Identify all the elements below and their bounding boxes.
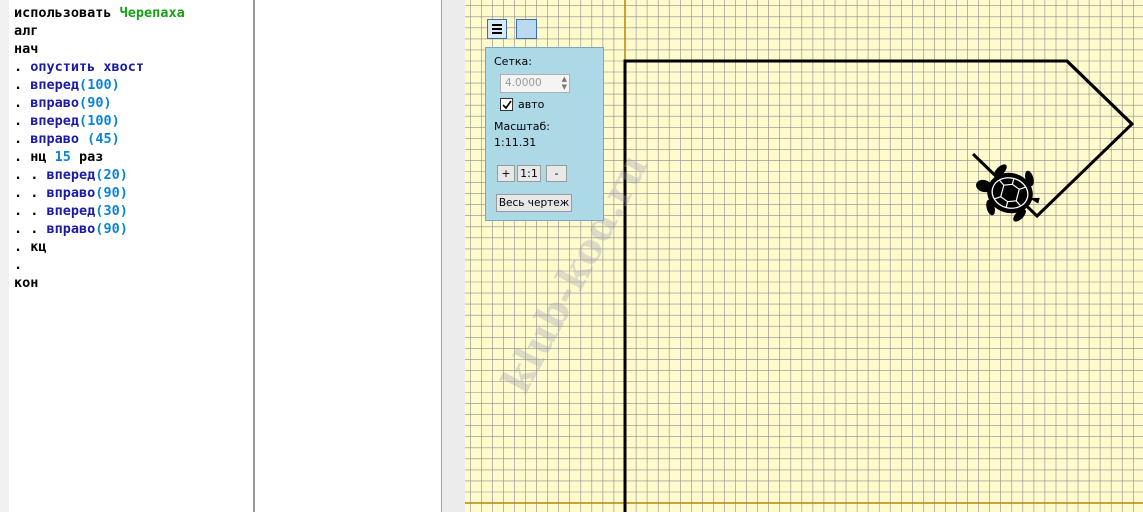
code-line[interactable]: . вправо (45) [14, 130, 185, 148]
menu-icon [492, 24, 502, 26]
code-token: ) [111, 131, 120, 147]
code-line[interactable]: . кц [14, 238, 185, 256]
grid-step-value: 4.0000 [505, 77, 542, 89]
grid-label: Сетка: [494, 55, 532, 68]
menu-button[interactable] [487, 19, 507, 39]
grid-settings-panel: Сетка: 4.0000 ▲ ▼ авто Масштаб: 1:11.31 … [485, 47, 604, 221]
menu-icon-bar [492, 28, 502, 30]
code-line[interactable]: нач [14, 40, 185, 58]
code-token: нач [14, 41, 39, 57]
code-line[interactable]: . . вперед(30) [14, 202, 185, 220]
grid-step-input[interactable]: 4.0000 ▲ ▼ [500, 74, 570, 93]
checkmark-icon [502, 100, 512, 110]
code-token: 90 [103, 221, 120, 237]
turtle-icon [976, 164, 1040, 222]
code-token: ) [119, 167, 128, 183]
code-token: 100 [87, 77, 112, 93]
code-token: вправо [46, 221, 96, 237]
auto-checkbox[interactable] [500, 98, 513, 111]
code-token: ( [79, 95, 88, 111]
code-editor[interactable]: использовать Черепаха алг нач. опустить хв… [0, 0, 442, 512]
code-token: . . [14, 185, 47, 201]
code-line[interactable]: . вперед(100) [14, 112, 185, 130]
code-token: 20 [103, 167, 120, 183]
code-token: вправо [46, 185, 96, 201]
spin-up-icon[interactable]: ▲ [562, 75, 567, 83]
code-token: . . [14, 203, 47, 219]
code-line[interactable]: . . вправо(90) [14, 220, 185, 238]
code-token: кон [14, 275, 39, 291]
code-token: . [14, 257, 23, 273]
code-token: ) [119, 221, 128, 237]
code-token: ( [79, 77, 88, 93]
code-token: ( [79, 113, 88, 129]
spin-down-icon[interactable]: ▼ [562, 83, 567, 91]
auto-label: авто [518, 98, 545, 111]
fit-drawing-button[interactable]: Весь чертеж [496, 194, 572, 212]
code-line[interactable]: . опустить хвост [14, 58, 185, 76]
code-token: ) [111, 77, 120, 93]
panel-gap [442, 0, 465, 512]
zoom-out-button[interactable]: - [546, 165, 567, 182]
code-token: . . [14, 221, 47, 237]
code-token: 90 [87, 95, 104, 111]
code-token: . [14, 113, 31, 129]
code-token: . [14, 77, 31, 93]
code-token: . кц [14, 239, 47, 255]
code-line[interactable]: . вправо(90) [14, 94, 185, 112]
zoom-reset-button[interactable]: 1:1 [517, 165, 541, 182]
code-token: . нц [14, 149, 55, 165]
code-line[interactable]: использовать Черепаха [14, 4, 185, 22]
code-token: 90 [103, 185, 120, 201]
scale-value: 1:11.31 [494, 136, 537, 149]
code-token: 45 [95, 131, 112, 147]
code-token: вправо [30, 131, 80, 147]
code-token: ) [119, 203, 128, 219]
code-token: раз [70, 149, 104, 165]
code-token: ) [119, 185, 128, 201]
code-text[interactable]: использовать Черепаха алг нач. опустить хв… [14, 4, 185, 292]
code-line[interactable]: . . вправо(90) [14, 184, 185, 202]
code-line[interactable]: кон [14, 274, 185, 292]
code-token: 15 [54, 149, 71, 165]
code-token: использовать [14, 5, 120, 21]
code-line[interactable]: алг [14, 22, 185, 40]
code-token: . [14, 131, 31, 147]
editor-gutter [0, 0, 9, 512]
editor-splitter[interactable] [253, 0, 255, 512]
code-token: вперед [46, 203, 96, 219]
code-token: 100 [87, 113, 112, 129]
zoom-in-button[interactable]: + [497, 165, 515, 182]
code-line[interactable]: . вперед(100) [14, 76, 185, 94]
code-token: вперед [46, 167, 96, 183]
code-token: . [14, 59, 31, 75]
menu-icon-bar [492, 32, 502, 34]
code-token: вперед [30, 77, 80, 93]
code-token: Черепаха [119, 5, 185, 21]
toggle-panel-button[interactable] [516, 19, 537, 39]
code-line[interactable]: . . вперед(20) [14, 166, 185, 184]
code-token: алг [14, 23, 39, 39]
code-token: . [14, 95, 31, 111]
code-token: . . [14, 167, 47, 183]
code-token: опустить хвост [30, 59, 145, 75]
code-line[interactable]: . [14, 256, 185, 274]
code-token: ) [103, 95, 112, 111]
code-token: вправо [30, 95, 80, 111]
code-token: ( [79, 131, 96, 147]
code-line[interactable]: . нц 15 раз [14, 148, 185, 166]
code-token: 30 [103, 203, 120, 219]
code-token: вперед [30, 113, 80, 129]
scale-label: Масштаб: [494, 120, 550, 133]
code-token: ) [111, 113, 120, 129]
